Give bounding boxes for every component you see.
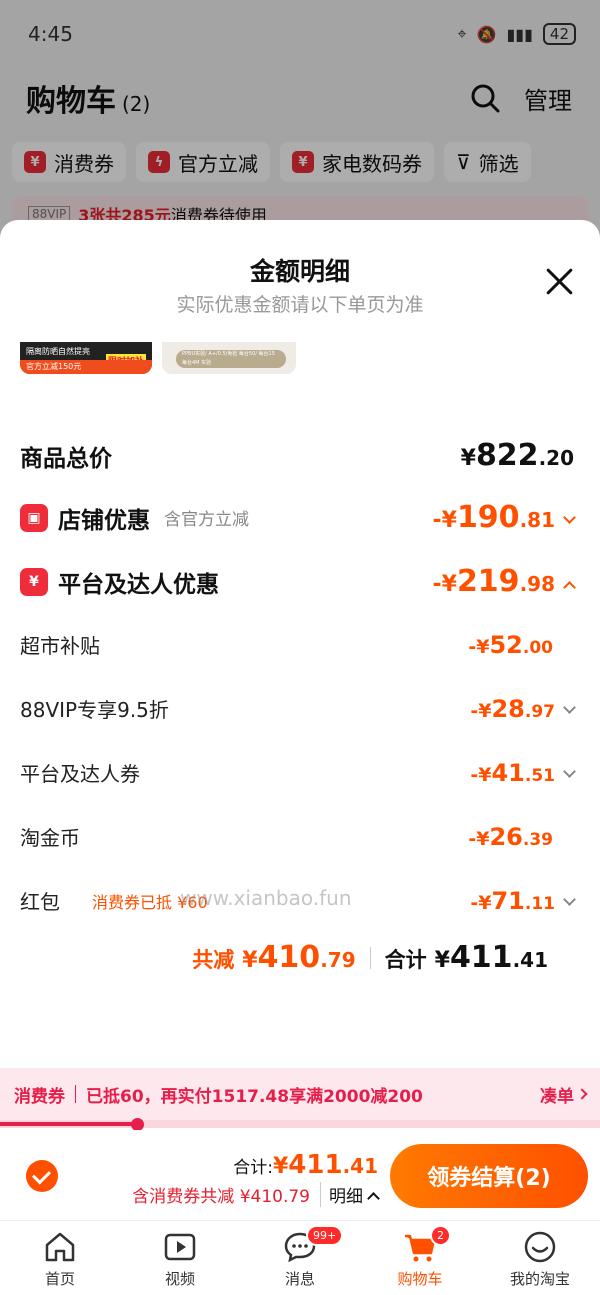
tab-messages[interactable]: 消息 99+ xyxy=(240,1221,360,1295)
discount-item-row[interactable]: 平台及达人券 -¥ 41.51 xyxy=(20,758,576,787)
store-discount-row[interactable]: ▣ 店铺优惠 含官方立减 -¥ 190.81 xyxy=(20,500,576,535)
checkout-bar: 合计: ¥411.41 含消费券共减 ¥410.79 明细 领券结算(2) xyxy=(0,1130,600,1220)
cart-badge: 2 xyxy=(430,1225,451,1246)
shop-icon: ▣ xyxy=(20,503,48,532)
tab-video[interactable]: 视频 xyxy=(120,1221,240,1295)
platform-discount-amount: -¥ 219.98 xyxy=(432,564,576,599)
tab-home[interactable]: 首页 xyxy=(0,1221,120,1295)
tab-bar: 首页 视频 消息 99+ 购物车 2 我的淘宝 xyxy=(0,1220,600,1295)
checkout-subtext: 含消费券共减 ¥410.79 明细 xyxy=(132,1182,380,1207)
sheet-subtitle: 实际优惠金额请以下单页为准 xyxy=(176,294,424,316)
total-amount: ¥411.41 xyxy=(434,940,548,975)
profile-icon xyxy=(524,1231,556,1263)
goods-total-amount: ¥822.20 xyxy=(460,438,574,473)
tab-cart[interactable]: 购物车 2 xyxy=(360,1221,480,1295)
chevron-up-icon xyxy=(367,1192,380,1205)
chevron-down-icon xyxy=(563,511,576,524)
coupon-progress-bar[interactable]: 消费券 已抵60，再实付1517.48享满2000减200 凑单 xyxy=(0,1068,600,1120)
message-badge: 99+ xyxy=(306,1225,344,1246)
coupon-icon: ¥ xyxy=(20,567,48,596)
checkout-button[interactable]: 领券结算(2) xyxy=(390,1144,588,1208)
store-discount-amount: -¥ 190.81 xyxy=(432,500,576,535)
checkout-total: 合计: ¥411.41 xyxy=(233,1150,378,1180)
chevron-down-icon xyxy=(563,764,576,778)
watermark: www.xianbao.fun xyxy=(180,886,352,910)
product-thumbnail[interactable]: PPBU实验/ A+/0.5/免检 每台50/ 每台15 每台4M 实验 xyxy=(162,342,296,374)
overlay-dim[interactable] xyxy=(0,0,600,240)
chevron-down-icon xyxy=(563,700,576,714)
chevron-down-icon xyxy=(563,892,576,906)
discount-item-row: 淘金币 -¥ 26.39 xyxy=(20,822,553,851)
goods-total-row: 商品总价 ¥822.20 xyxy=(20,438,574,473)
select-all-checkbox[interactable] xyxy=(26,1160,58,1192)
total-reduce-amount: ¥410.79 xyxy=(242,940,356,975)
add-items-link[interactable]: 凑单 xyxy=(540,1082,588,1107)
totals-summary: 共减 ¥410.79 合计 ¥411.41 xyxy=(192,940,548,975)
platform-discount-row[interactable]: ¥ 平台及达人优惠 -¥ 219.98 xyxy=(20,564,576,599)
chevron-up-icon xyxy=(563,581,576,594)
close-icon[interactable] xyxy=(544,266,574,296)
sheet-title: 金额明细 xyxy=(249,257,350,286)
product-thumbnail[interactable]: 隔离防晒自然提亮 限时加补 官方立减150元 xyxy=(20,342,152,374)
chevron-right-icon xyxy=(576,1088,588,1100)
tab-profile[interactable]: 我的淘宝 xyxy=(480,1221,600,1295)
detail-toggle[interactable]: 明细 xyxy=(320,1182,380,1207)
discount-item-row: 超市补贴 -¥ 52.00 xyxy=(20,630,553,659)
home-icon xyxy=(45,1232,75,1262)
coupon-progress xyxy=(0,1118,600,1131)
discount-item-row[interactable]: 88VIP专享9.5折 -¥ 28.97 xyxy=(20,694,576,723)
video-icon xyxy=(164,1233,196,1261)
